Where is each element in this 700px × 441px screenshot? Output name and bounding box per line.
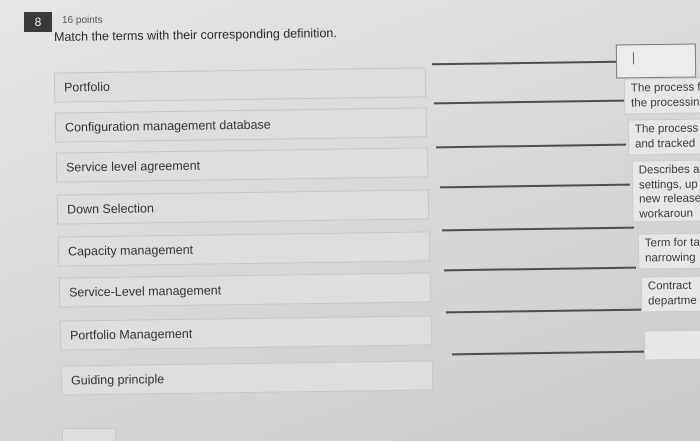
- term-item[interactable]: Down Selection: [56, 189, 430, 225]
- connector-line: [433, 99, 625, 105]
- term-label: Service level agreement: [65, 158, 201, 175]
- connector-line: [441, 226, 635, 232]
- definition-text: The process: [634, 122, 699, 136]
- definition-text: narrowing: [645, 251, 696, 264]
- footer-box: [62, 428, 116, 441]
- definition-text: settings, up: [638, 178, 698, 191]
- term-item[interactable]: Guiding principle: [60, 360, 434, 396]
- definition-item[interactable]: The process and tracked: [627, 118, 700, 156]
- definition-item[interactable]: The process f the processin: [623, 77, 700, 115]
- question-points: 16 points: [62, 15, 103, 26]
- definition-text: and tracked: [635, 137, 696, 150]
- definition-text: the processin: [631, 96, 700, 109]
- definition-text: new release: [639, 192, 700, 206]
- definition-text: departme: [648, 294, 697, 307]
- definition-text: The process f: [630, 81, 700, 95]
- question-prompt: Match the terms with their corresponding…: [53, 26, 337, 44]
- term-label: Configuration management database: [64, 117, 271, 135]
- term-item[interactable]: Capacity management: [57, 231, 431, 267]
- definition-item[interactable]: [643, 329, 700, 361]
- definition-item[interactable]: Contract departme: [640, 275, 700, 313]
- term-label: Portfolio: [63, 79, 110, 95]
- term-item[interactable]: Service level agreement: [55, 147, 429, 183]
- definition-text: Describes a: [638, 163, 700, 177]
- term-item[interactable]: Portfolio Management: [59, 315, 433, 351]
- term-item[interactable]: Portfolio: [53, 67, 427, 103]
- definition-text: workaroun: [639, 207, 694, 220]
- connector-line: [439, 183, 631, 189]
- matching-question: 8 16 points Match the terms with their c…: [0, 0, 700, 441]
- connector-line: [431, 60, 618, 66]
- term-label: Capacity management: [67, 242, 194, 259]
- text-cursor: [632, 52, 635, 65]
- connector-line: [435, 143, 627, 149]
- definition-item[interactable]: Describes a settings, up new release wor…: [631, 159, 700, 223]
- term-label: Portfolio Management: [69, 326, 193, 343]
- connector-line: [443, 266, 637, 272]
- definition-drop-target[interactable]: [615, 43, 697, 79]
- connector-line: [445, 308, 643, 314]
- definition-text: Term for ta: [644, 236, 700, 250]
- definition-text: Contract: [647, 279, 692, 293]
- term-label: Service-Level management: [68, 283, 222, 300]
- definition-item[interactable]: Term for ta narrowing: [637, 232, 700, 270]
- question-number: 8: [24, 12, 52, 32]
- term-label: Guiding principle: [70, 372, 165, 388]
- term-label: Down Selection: [66, 201, 154, 217]
- connector-line: [451, 350, 645, 356]
- term-item[interactable]: Service-Level management: [58, 272, 432, 308]
- term-item[interactable]: Configuration management database: [54, 107, 428, 143]
